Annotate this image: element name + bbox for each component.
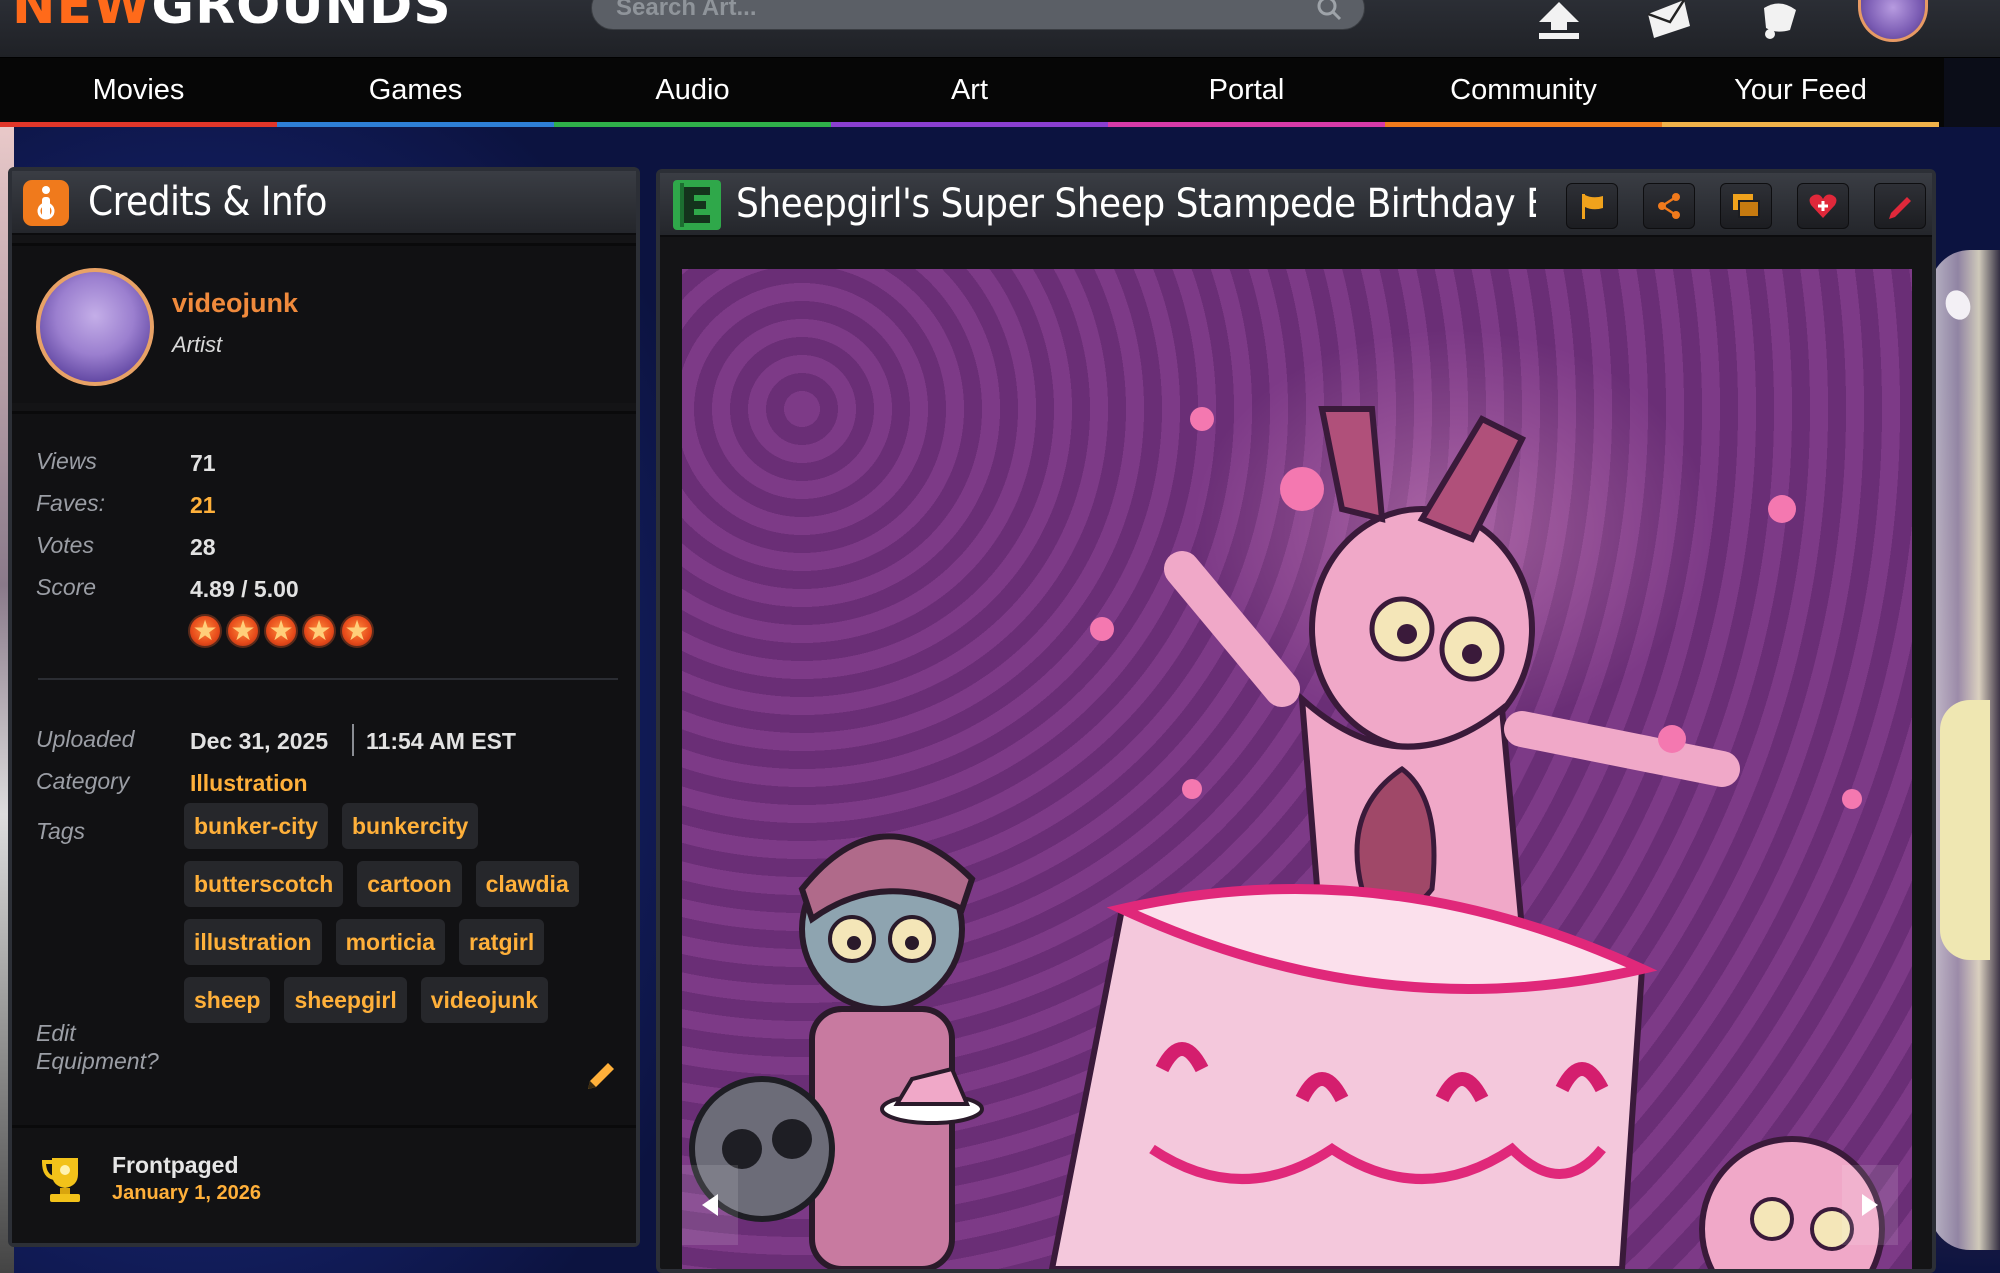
logo-new-text: NEW	[12, 0, 152, 36]
search-bar	[591, 0, 1365, 30]
tag-link[interactable]: bunker-city	[184, 803, 328, 849]
rating-e-icon	[673, 180, 721, 230]
info-icon	[23, 180, 69, 226]
tags-list: bunker-city bunkercity butterscotch cart…	[184, 803, 624, 1023]
flag-button[interactable]	[1566, 183, 1618, 229]
art-panel: Sheepgirl's Super Sheep Stampede Birthda…	[656, 169, 1936, 1273]
faves-label: Faves:	[36, 490, 106, 516]
credits-info-title: Credits & Info	[88, 179, 327, 225]
edit-button[interactable]	[1874, 183, 1926, 229]
edit-pencil-icon[interactable]	[584, 1057, 618, 1091]
nav-portal[interactable]: Portal	[1108, 58, 1385, 127]
notifications-icon[interactable]	[1756, 0, 1804, 40]
nav-movies[interactable]: Movies	[0, 58, 277, 127]
tag-link[interactable]: illustration	[184, 919, 322, 965]
stats-divider	[38, 678, 618, 680]
faves-value[interactable]: 21	[190, 492, 216, 519]
gallery-icon	[1733, 194, 1760, 218]
tag-link[interactable]: butterscotch	[184, 861, 344, 907]
votes-value: 28	[190, 534, 216, 560]
share-icon	[1658, 193, 1680, 219]
score-label: Score	[36, 574, 97, 600]
star-icon[interactable]: ★	[264, 614, 298, 648]
next-image-button[interactable]	[1842, 1165, 1898, 1245]
gallery-button[interactable]	[1720, 183, 1772, 229]
trophy-icon	[41, 1158, 80, 1202]
date-time-separator	[352, 724, 354, 756]
category-label: Category	[36, 768, 130, 794]
star-icon[interactable]: ★	[302, 614, 336, 648]
frontpaged-title: Frontpaged	[112, 1152, 239, 1178]
search-input[interactable]	[616, 0, 1296, 25]
views-value: 71	[190, 450, 216, 476]
edit-pencil-red-icon	[1889, 197, 1911, 219]
uploaded-label: Uploaded	[36, 726, 135, 752]
star-icon[interactable]: ★	[340, 614, 374, 648]
uploaded-date: Dec 31, 2025	[190, 728, 329, 754]
stats-section: Views 71 Faves: 21 Votes 28 Score 4.89 /…	[12, 411, 636, 1137]
tag-link[interactable]: ratgirl	[459, 919, 545, 965]
art-title: Sheepgirl's Super Sheep Stampede Birthda…	[736, 181, 1536, 227]
chevron-right-icon	[1862, 1194, 1878, 1216]
author-role: Artist	[172, 332, 223, 357]
tag-link[interactable]: sheepgirl	[284, 977, 407, 1023]
background-art-right-detail	[1940, 700, 1990, 960]
uploaded-time: 11:54 AM EST	[366, 728, 516, 754]
frontpaged-date[interactable]: January 1, 2026	[112, 1182, 261, 1205]
upload-icon[interactable]	[1535, 0, 1583, 40]
score-stars[interactable]: ★ ★ ★ ★ ★	[188, 614, 374, 648]
tag-link[interactable]: clawdia	[475, 861, 579, 907]
nav-audio[interactable]: Audio	[554, 58, 831, 127]
star-icon[interactable]: ★	[226, 614, 260, 648]
prev-image-button[interactable]	[682, 1165, 738, 1245]
flag-icon	[1582, 194, 1603, 219]
nav-art[interactable]: Art	[831, 58, 1108, 127]
tag-link[interactable]: bunkercity	[341, 803, 479, 849]
share-button[interactable]	[1643, 183, 1695, 229]
author-name-link[interactable]: videojunk	[172, 288, 298, 319]
frontpage-section: Frontpaged January 1, 2026	[12, 1125, 636, 1243]
nav-games[interactable]: Games	[277, 58, 554, 127]
artwork-image[interactable]	[682, 269, 1912, 1269]
nav-community[interactable]: Community	[1385, 58, 1662, 127]
tag-link[interactable]: cartoon	[357, 861, 462, 907]
category-link[interactable]: Illustration	[190, 770, 308, 797]
heart-icon	[1809, 194, 1837, 218]
user-avatar[interactable]	[1858, 0, 1928, 42]
search-icon[interactable]	[1314, 0, 1344, 23]
tag-link[interactable]: sheep	[184, 977, 271, 1023]
top-header: NEWGROUNDS	[0, 0, 2000, 58]
nav-your-feed[interactable]: Your Feed	[1662, 58, 1939, 127]
credits-info-panel: Credits & Info videojunk Artist Views 71…	[8, 167, 640, 1247]
votes-label: Votes	[36, 532, 94, 558]
favorite-button[interactable]	[1797, 183, 1849, 229]
tags-label: Tags	[36, 818, 86, 844]
credits-info-header: Credits & Info	[12, 171, 636, 235]
edit-equipment-label-line2: Equipment?	[36, 1048, 159, 1074]
newgrounds-logo[interactable]: NEWGROUNDS	[12, 0, 452, 32]
mail-icon[interactable]	[1644, 0, 1692, 40]
art-panel-header: Sheepgirl's Super Sheep Stampede Birthda…	[660, 173, 1932, 237]
chevron-left-icon	[702, 1194, 718, 1216]
main-nav: Movies Games Audio Art Portal Community …	[0, 58, 1944, 127]
views-label: Views	[36, 448, 97, 474]
tag-link[interactable]: morticia	[335, 919, 446, 965]
artwork-illustration	[689, 406, 1885, 1269]
star-icon[interactable]: ★	[188, 614, 222, 648]
tag-link[interactable]: videojunk	[420, 977, 549, 1023]
edit-equipment-label-line1: Edit	[36, 1020, 76, 1046]
author-section: videojunk Artist	[12, 243, 636, 403]
author-avatar[interactable]	[36, 268, 154, 386]
logo-grounds-text: GROUNDS	[151, 0, 452, 36]
score-value: 4.89 / 5.00	[190, 576, 299, 602]
